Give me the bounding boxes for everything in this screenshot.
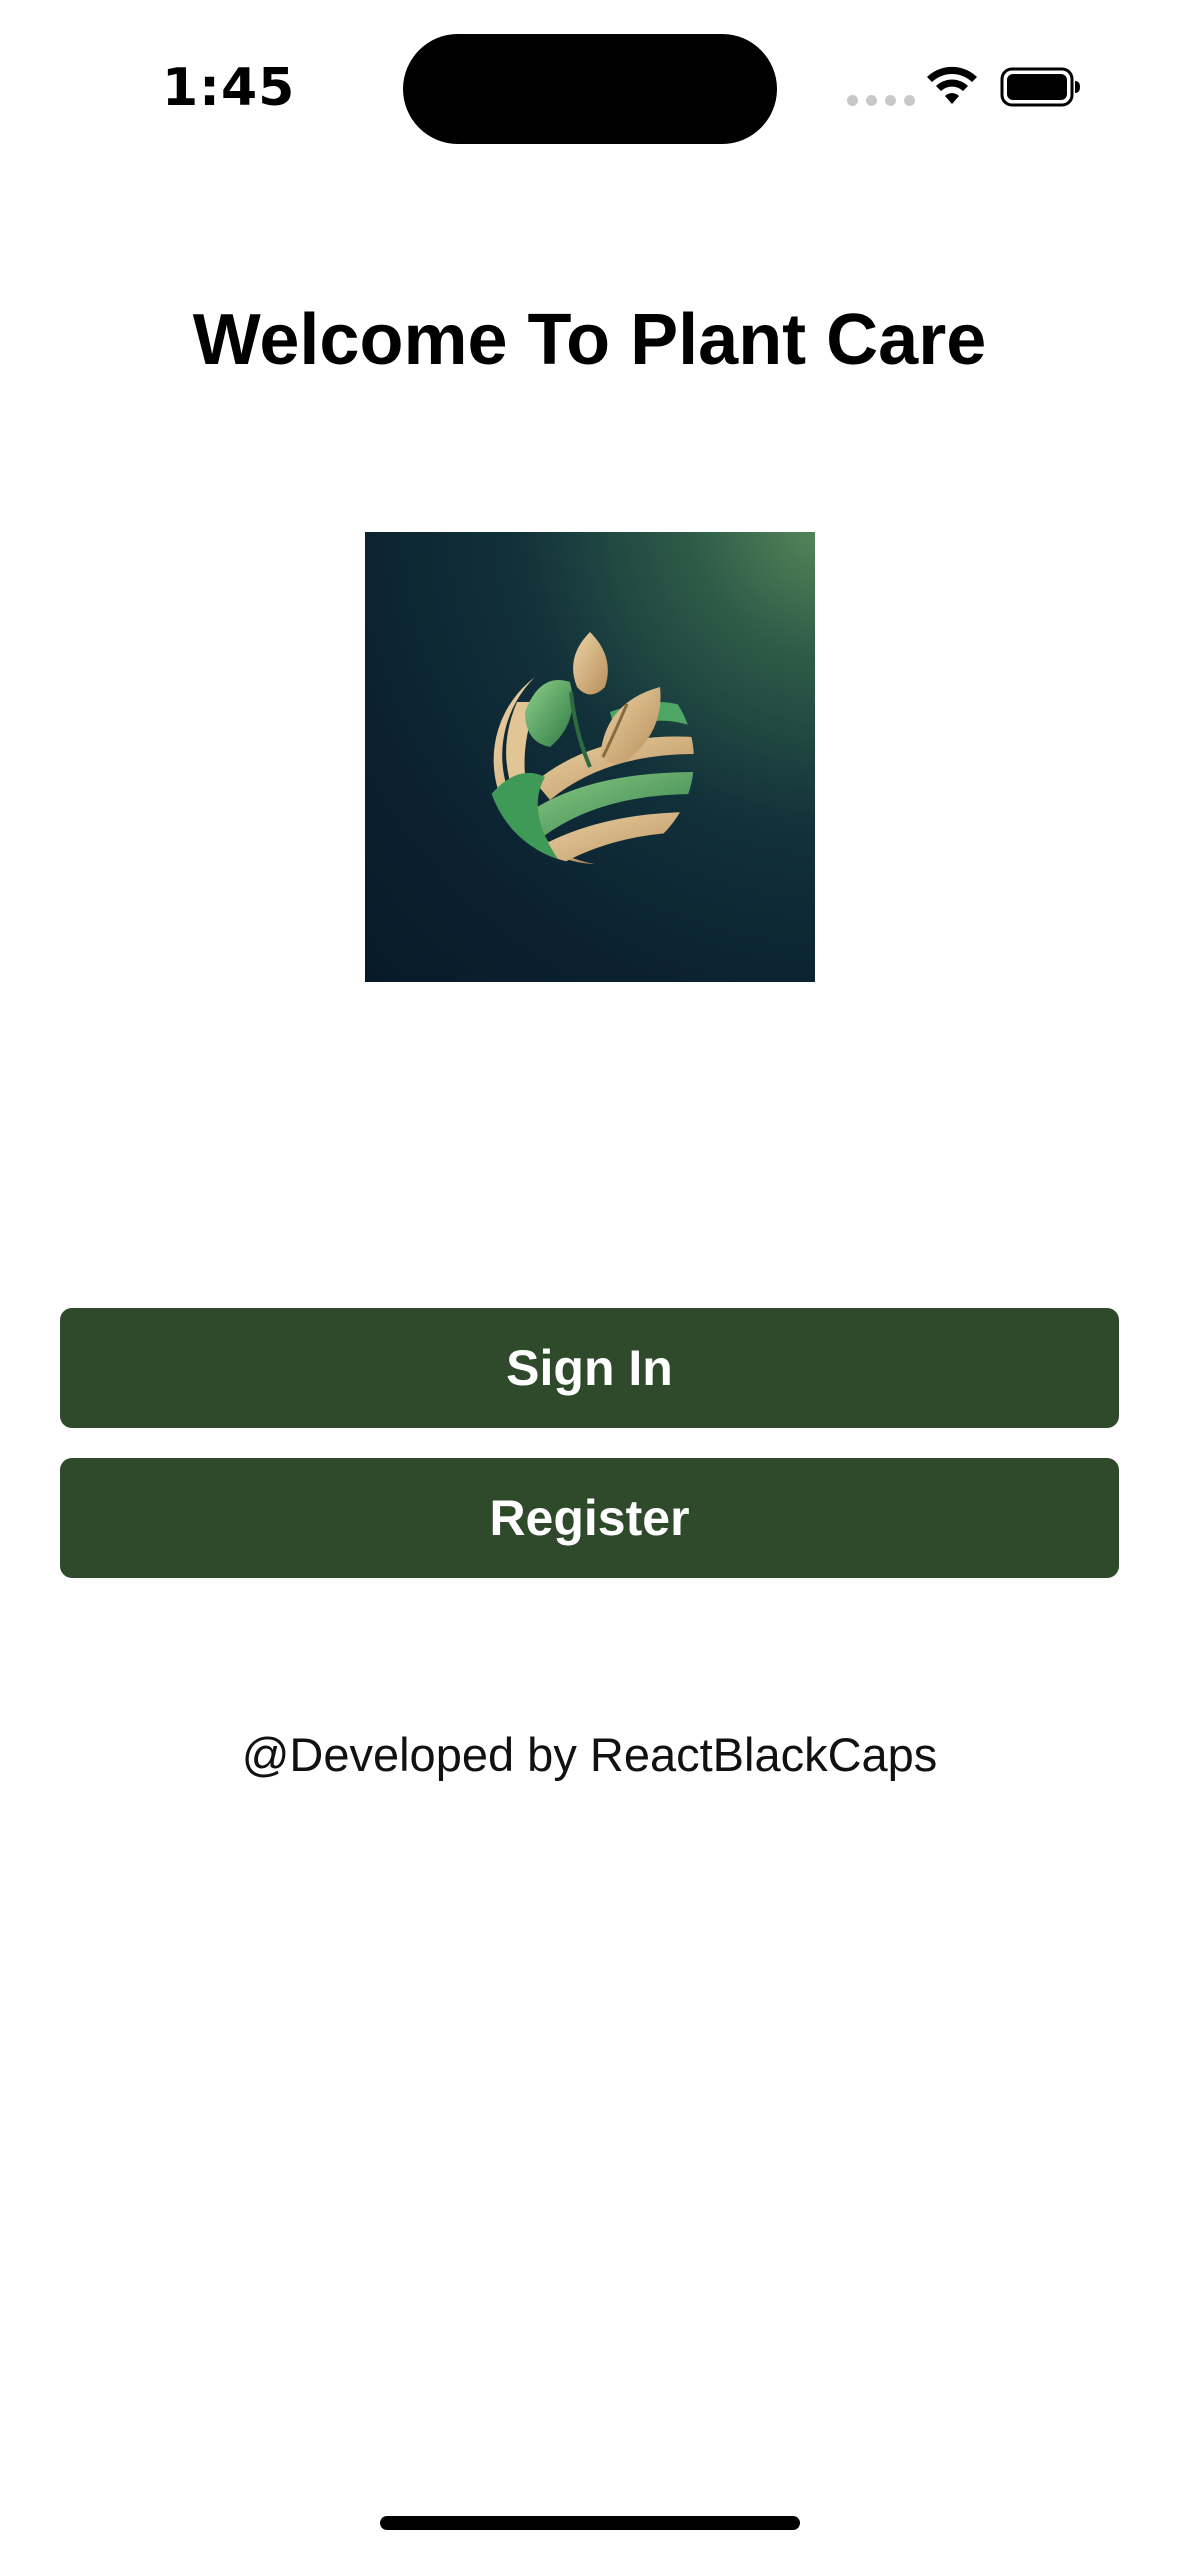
page-title: Welcome To Plant Care <box>192 300 987 380</box>
battery-icon <box>1000 67 1080 107</box>
sign-in-button[interactable]: Sign In <box>60 1308 1119 1428</box>
status-time: 1:45 <box>162 58 296 118</box>
home-indicator[interactable] <box>380 2516 800 2530</box>
wifi-icon <box>927 66 977 104</box>
dynamic-island <box>403 34 777 144</box>
plant-leaf-logo-icon <box>365 532 815 982</box>
signal-dots-icon <box>847 95 915 106</box>
register-button[interactable]: Register <box>60 1458 1119 1578</box>
developer-credit: @Developed by ReactBlackCaps <box>241 1728 938 1781</box>
